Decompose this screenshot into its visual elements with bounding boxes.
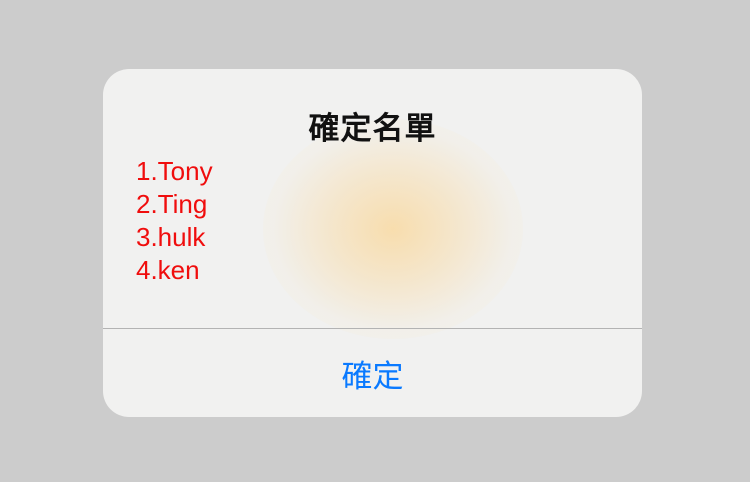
name-list: 1.Tony 2.Ting 3.hulk 4.ken bbox=[136, 155, 213, 287]
list-item: 3.hulk bbox=[136, 222, 206, 252]
alert-dialog: 確定名單 1.Tony 2.Ting 3.hulk 4.ken 確定 bbox=[103, 69, 642, 417]
confirm-button[interactable]: 確定 bbox=[103, 329, 642, 417]
list-item: 4.ken bbox=[136, 255, 200, 285]
alert-title: 確定名單 bbox=[308, 111, 437, 147]
alert-background-glow bbox=[263, 119, 523, 339]
list-item: 2.Ting bbox=[136, 189, 208, 219]
list-item: 1.Tony bbox=[136, 156, 213, 186]
